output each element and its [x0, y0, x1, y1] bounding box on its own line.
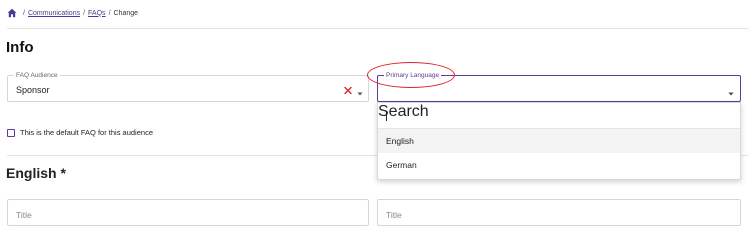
breadcrumb-separator: / — [83, 9, 86, 17]
dropdown-search-input[interactable]: Search — [378, 103, 740, 129]
primary-language-label: Primary Language — [384, 71, 442, 80]
text-cursor — [386, 111, 387, 121]
section-title: English * — [6, 165, 66, 181]
language-dropdown-menu: Search English German — [377, 102, 741, 180]
faq-audience-value: Sponsor — [16, 85, 50, 95]
dropdown-option-german[interactable]: German — [378, 153, 740, 177]
breadcrumb-current: Change — [113, 9, 139, 17]
clear-icon[interactable] — [343, 83, 353, 95]
default-faq-checkbox-row[interactable]: This is the default FAQ for this audienc… — [7, 128, 153, 137]
home-icon[interactable] — [7, 8, 17, 18]
faq-audience-select[interactable]: FAQ Audience Sponsor — [7, 71, 369, 102]
divider — [7, 28, 749, 29]
chevron-down-icon[interactable] — [356, 85, 364, 96]
default-faq-checkbox-label: This is the default FAQ for this audienc… — [20, 128, 153, 137]
breadcrumb-link-communications[interactable]: Communications — [28, 10, 80, 17]
title-input-english[interactable]: Title — [7, 199, 369, 226]
dropdown-option-english[interactable]: English — [378, 129, 740, 153]
breadcrumb-separator: / — [108, 9, 111, 17]
faq-audience-label: FAQ Audience — [14, 71, 60, 80]
default-faq-checkbox[interactable] — [7, 128, 15, 137]
page-title: Info — [6, 39, 34, 56]
title-input-second[interactable]: Title — [377, 199, 741, 226]
chevron-down-icon[interactable] — [727, 85, 735, 96]
title-placeholder: Title — [16, 210, 32, 220]
title-placeholder: Title — [386, 210, 402, 220]
breadcrumb-link-faqs[interactable]: FAQs — [88, 10, 106, 17]
breadcrumb-separator: / — [23, 9, 25, 17]
breadcrumb: / Communications / FAQs / Change — [7, 7, 138, 19]
primary-language-select[interactable]: Primary Language — [377, 71, 741, 102]
